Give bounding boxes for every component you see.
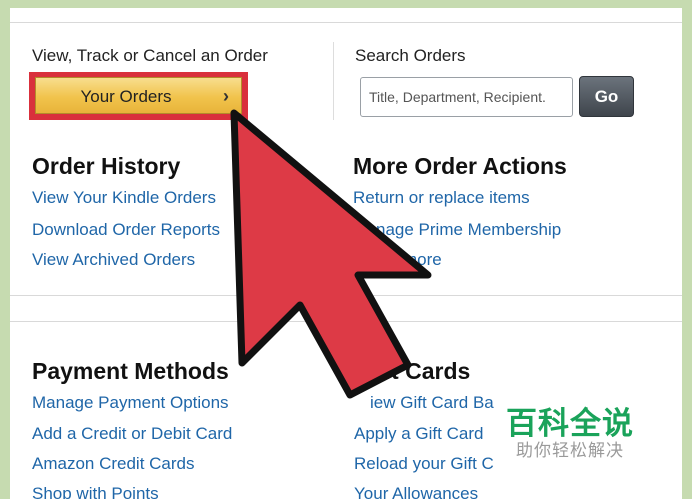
watermark-subtitle: 助你轻松解决 — [516, 441, 624, 460]
